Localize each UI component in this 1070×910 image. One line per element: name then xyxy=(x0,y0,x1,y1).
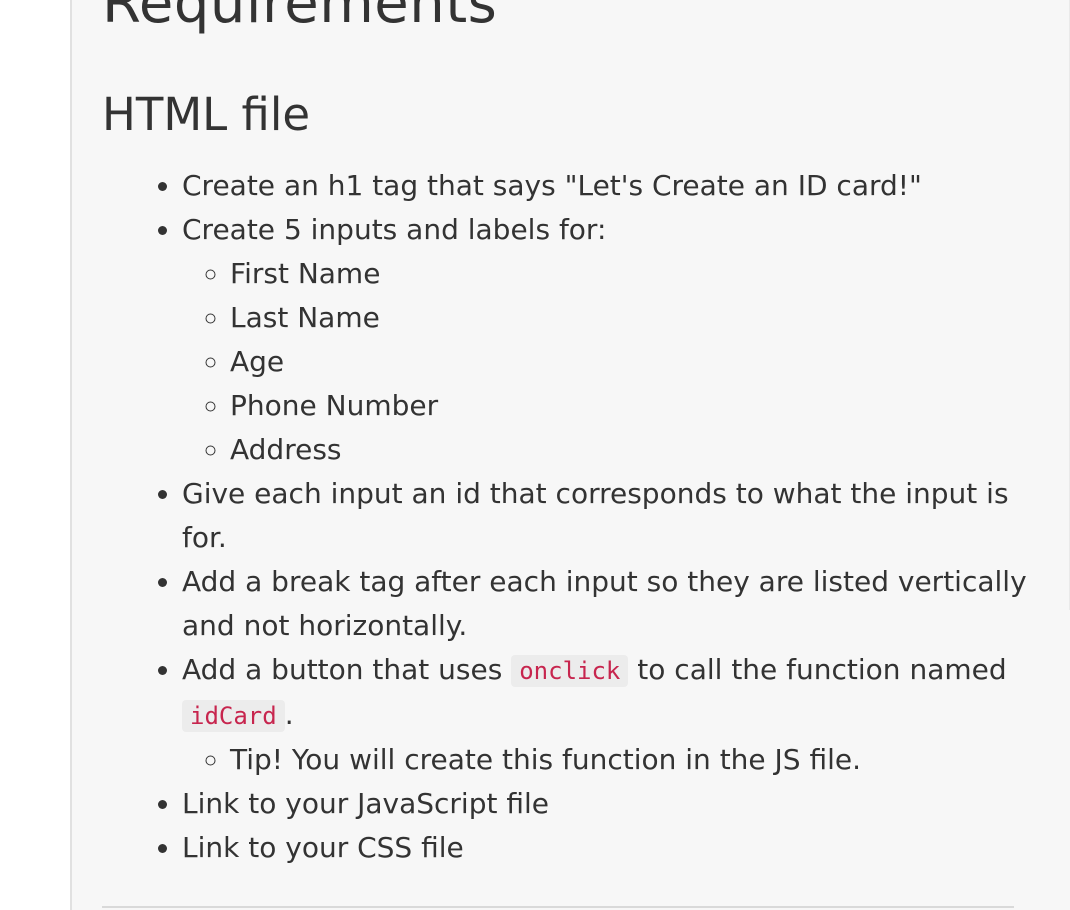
button-text-post: . xyxy=(284,698,294,731)
list-item-link-css: Link to your CSS file xyxy=(182,826,1032,870)
button-text-pre: Add a button that uses xyxy=(182,653,512,686)
list-item-break-tag: Add a break tag after each input so they… xyxy=(182,560,1032,648)
list-item-inputs: Create 5 inputs and labels for: First Na… xyxy=(182,208,1032,472)
list-item-give-id: Give each input an id that corresponds t… xyxy=(182,472,1032,560)
sublist-item: Phone Number xyxy=(230,384,1032,428)
requirements-list: Create an h1 tag that says "Let's Create… xyxy=(150,164,1032,870)
page-title: Requirements xyxy=(102,0,498,36)
inputs-intro: Create 5 inputs and labels for: xyxy=(182,213,607,246)
tip-sublist: Tip! You will create this function in th… xyxy=(182,738,1032,782)
button-text-mid: to call the function named xyxy=(628,653,1007,686)
list-item-button: Add a button that uses onclick to call t… xyxy=(182,648,1032,782)
content-panel: Requirements HTML file Create an h1 tag … xyxy=(70,0,1070,910)
sublist-item: Age xyxy=(230,340,1032,384)
sublist-item-tip: Tip! You will create this function in th… xyxy=(230,738,1032,782)
section-title: HTML file xyxy=(102,88,311,141)
sublist-item: Last Name xyxy=(230,296,1032,340)
list-item-link-js: Link to your JavaScript file xyxy=(182,782,1032,826)
sublist-item: First Name xyxy=(230,252,1032,296)
sublist-item: Address xyxy=(230,428,1032,472)
list-item-h1: Create an h1 tag that says "Let's Create… xyxy=(182,164,1032,208)
inputs-sublist: First Name Last Name Age Phone Number Ad… xyxy=(182,252,1032,472)
code-idcard: idCard xyxy=(182,700,285,732)
divider xyxy=(102,906,1014,908)
code-onclick: onclick xyxy=(511,655,629,687)
